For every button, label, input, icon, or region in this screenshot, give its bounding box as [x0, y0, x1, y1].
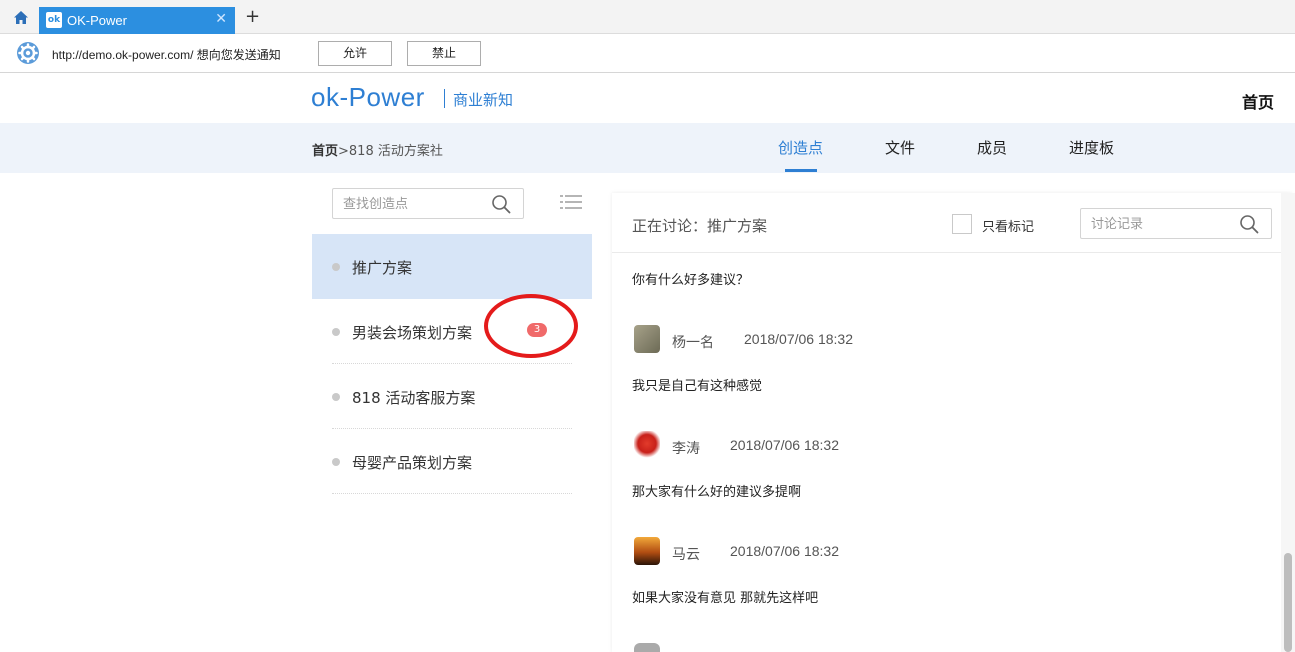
message-text: 你有什么好多建议？: [632, 273, 750, 288]
bullet-dot: [332, 263, 340, 271]
create-points-panel: 推广方案 男装会场策划方案 818 活动客服方案 母婴产品策划方案 3: [312, 173, 592, 652]
discussion-panel: 正在讨论：推广方案 只看标记 你有什么好多建议？ 杨一名 2018/07/06 …: [612, 193, 1292, 652]
create-point-item[interactable]: 母婴产品策划方案: [312, 429, 592, 494]
create-point-item[interactable]: 818 活动客服方案: [312, 364, 592, 429]
message-author: 杨一名: [672, 335, 714, 351]
breadcrumb: 首页>818 活动方案社: [312, 140, 443, 159]
divider: [332, 493, 572, 494]
create-point-label: 男装会场策划方案: [352, 324, 473, 342]
message-meta: 李涛 2018/07/06 18:32: [632, 431, 1032, 461]
tab-progress-board[interactable]: 进度板: [1069, 137, 1114, 158]
sub-navigation: 首页>818 活动方案社 创造点 文件 成员 进度板: [0, 123, 1295, 173]
deny-button[interactable]: 禁止: [407, 41, 481, 66]
tab-title: OK-Power: [67, 13, 127, 28]
create-point-label: 818 活动客服方案: [352, 389, 476, 407]
avatar[interactable]: [634, 431, 660, 459]
create-point-item[interactable]: 推广方案: [312, 234, 592, 299]
notification-bar: http://demo.ok-power.com/ 想向您发送通知 允许 禁止: [0, 34, 1295, 73]
message-text: 如果大家没有意见 那就先这样吧: [632, 591, 819, 606]
create-point-label: 推广方案: [352, 259, 413, 277]
avatar[interactable]: [634, 325, 660, 353]
message-time: 2018/07/06 18:32: [730, 543, 839, 559]
discussion-title: 正在讨论：推广方案: [632, 217, 768, 235]
bullet-dot: [332, 393, 340, 401]
close-icon[interactable]: ✕: [215, 11, 227, 27]
message-meta: 马云 2018/07/06 18:32: [632, 537, 1032, 567]
home-icon[interactable]: [8, 6, 34, 28]
home-link[interactable]: 首页: [1242, 89, 1274, 113]
bullet-dot: [332, 328, 340, 336]
bullet-dot: [332, 458, 340, 466]
tab-files[interactable]: 文件: [885, 137, 915, 158]
avatar[interactable]: [634, 537, 660, 565]
search-icon[interactable]: [491, 194, 511, 214]
discussion-header: 正在讨论：推广方案 只看标记: [612, 193, 1292, 253]
logo-subtitle: 商业新知: [453, 91, 514, 109]
annotation-circle: [484, 294, 578, 358]
active-tab-indicator: [785, 169, 817, 172]
record-search: [1080, 208, 1272, 239]
message-time: 2018/07/06 18:32: [730, 437, 839, 453]
message-text: 那大家有什么好的建议多提啊: [632, 485, 802, 500]
tab-create-points[interactable]: 创造点: [778, 137, 823, 158]
logo[interactable]: ok-Power: [311, 82, 425, 113]
logo-separator: [444, 89, 445, 108]
plus-icon[interactable]: +: [245, 8, 260, 26]
breadcrumb-current: >818 活动方案社: [338, 144, 443, 159]
app-header: ok-Power 商业新知 首页: [0, 74, 1295, 123]
allow-button[interactable]: 允许: [318, 41, 392, 66]
message-time: 2018/07/06 18:32: [744, 331, 853, 347]
gear-icon: [16, 41, 40, 65]
create-point-search: [332, 188, 524, 219]
avatar[interactable]: [634, 643, 660, 652]
message-meta: 杨一名 2018/07/06 18:32: [632, 325, 1032, 355]
record-search-input[interactable]: [1091, 214, 1231, 234]
browser-tab[interactable]: ok OK-Power ✕: [39, 7, 235, 34]
tab-members[interactable]: 成员: [977, 137, 1007, 158]
breadcrumb-home[interactable]: 首页: [312, 144, 338, 159]
browser-tabstrip: ok OK-Power ✕ +: [0, 0, 1295, 34]
notification-text: http://demo.ok-power.com/ 想向您发送通知: [52, 48, 281, 62]
message-author: 李涛: [672, 441, 700, 457]
scrollbar[interactable]: [1281, 193, 1295, 652]
create-point-search-input[interactable]: [343, 194, 483, 214]
scrollbar-thumb[interactable]: [1284, 553, 1292, 652]
search-icon[interactable]: [1239, 214, 1259, 234]
mark-only-label[interactable]: 只看标记: [982, 216, 1034, 235]
tab-favicon: ok: [46, 12, 62, 28]
message-text: 我只是自己有这种感觉: [632, 379, 763, 394]
list-menu-icon[interactable]: [560, 194, 582, 210]
message-author: 马云: [672, 547, 700, 563]
create-point-label: 母婴产品策划方案: [352, 454, 473, 472]
mark-only-checkbox[interactable]: [952, 214, 972, 234]
